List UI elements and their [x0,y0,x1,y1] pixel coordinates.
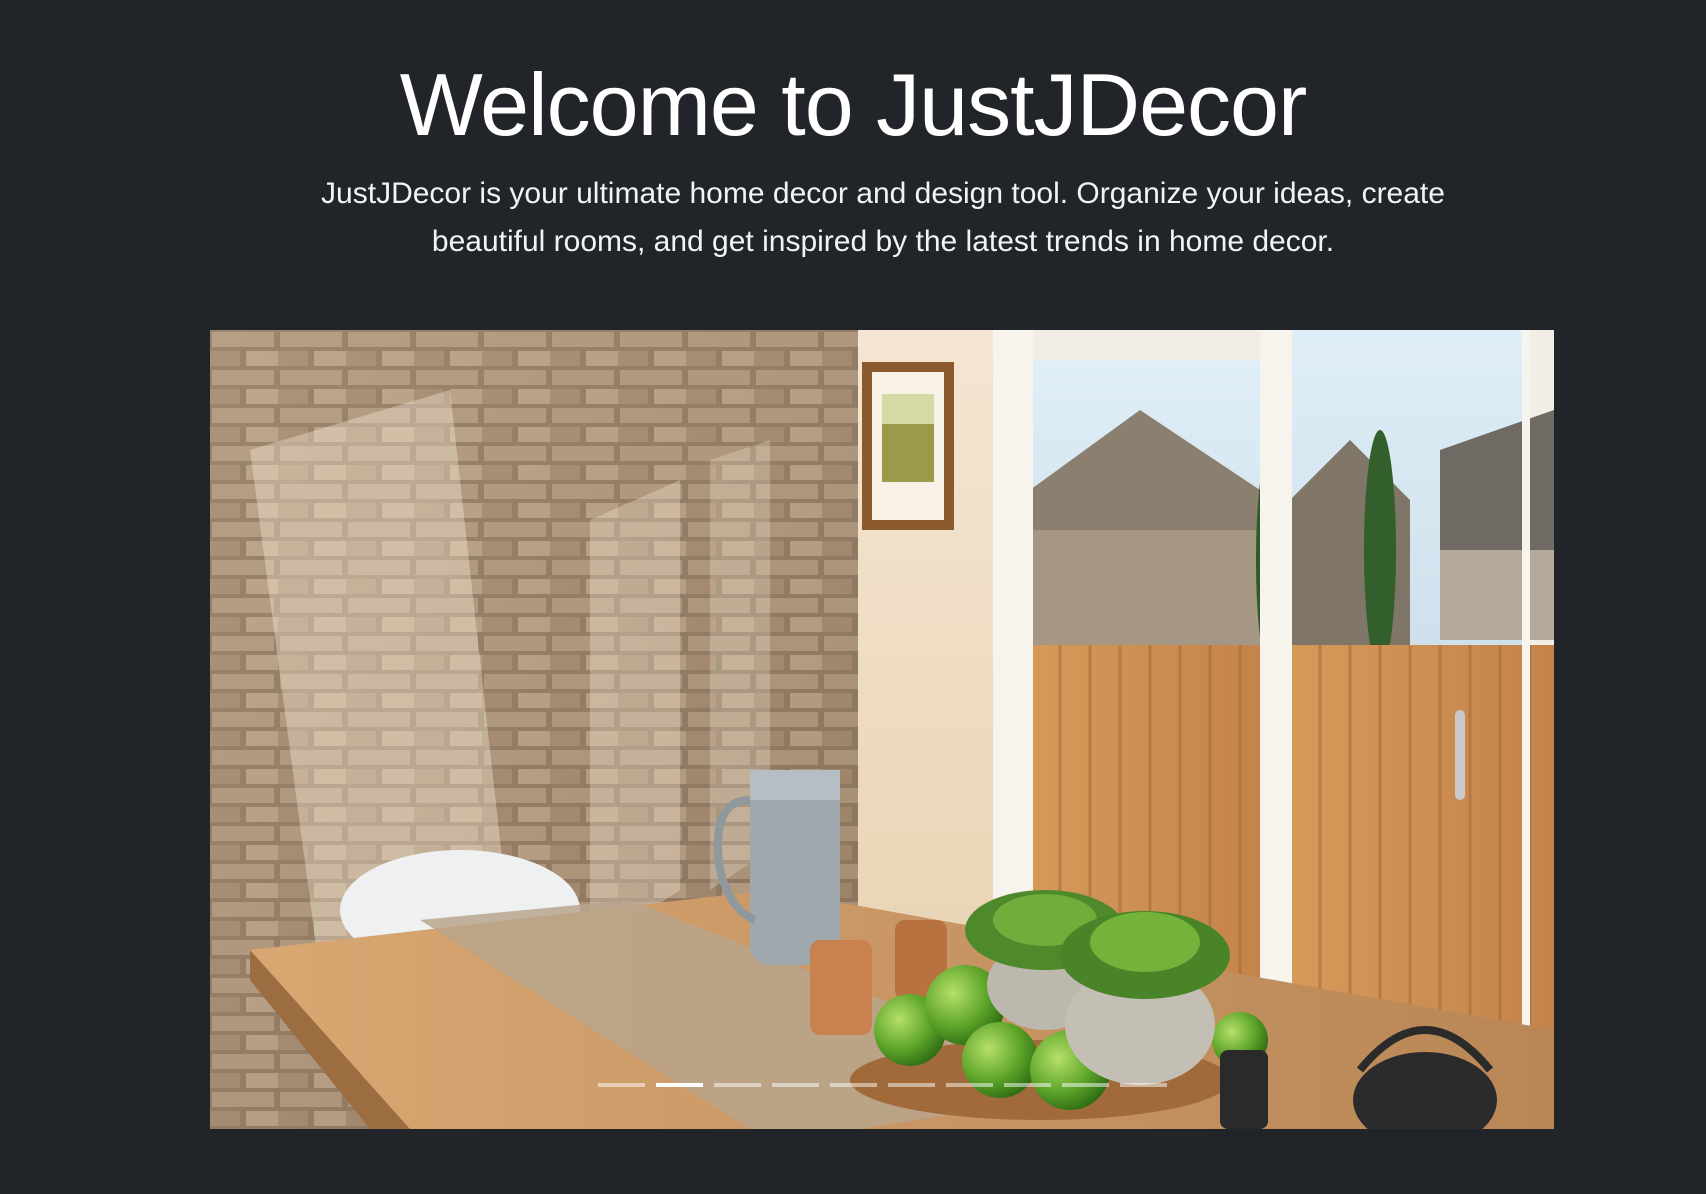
carousel-indicator-6[interactable] [887,1083,935,1087]
carousel-indicator-3[interactable] [713,1083,761,1087]
hero-title: Welcome to JustJDecor [399,55,1308,154]
image-carousel[interactable] [210,330,1554,1129]
dining-room-photo [210,330,1554,1129]
carousel-indicator-7[interactable] [945,1083,993,1087]
carousel-indicator-9[interactable] [1061,1083,1109,1087]
hero-lead: JustJDecor is your ultimate home decor a… [321,177,1445,258]
carousel-indicator-4[interactable] [771,1083,819,1087]
carousel-indicator-10[interactable] [1119,1083,1167,1087]
carousel-indicator-2-active[interactable] [655,1083,703,1087]
carousel-indicator-1[interactable] [597,1083,645,1087]
carousel-indicators [210,1083,1554,1087]
carousel-indicator-8[interactable] [1003,1083,1051,1087]
hero-section: Welcome to JustJDecor JustJDecor is your… [0,0,1706,1194]
carousel-indicator-5[interactable] [829,1083,877,1087]
